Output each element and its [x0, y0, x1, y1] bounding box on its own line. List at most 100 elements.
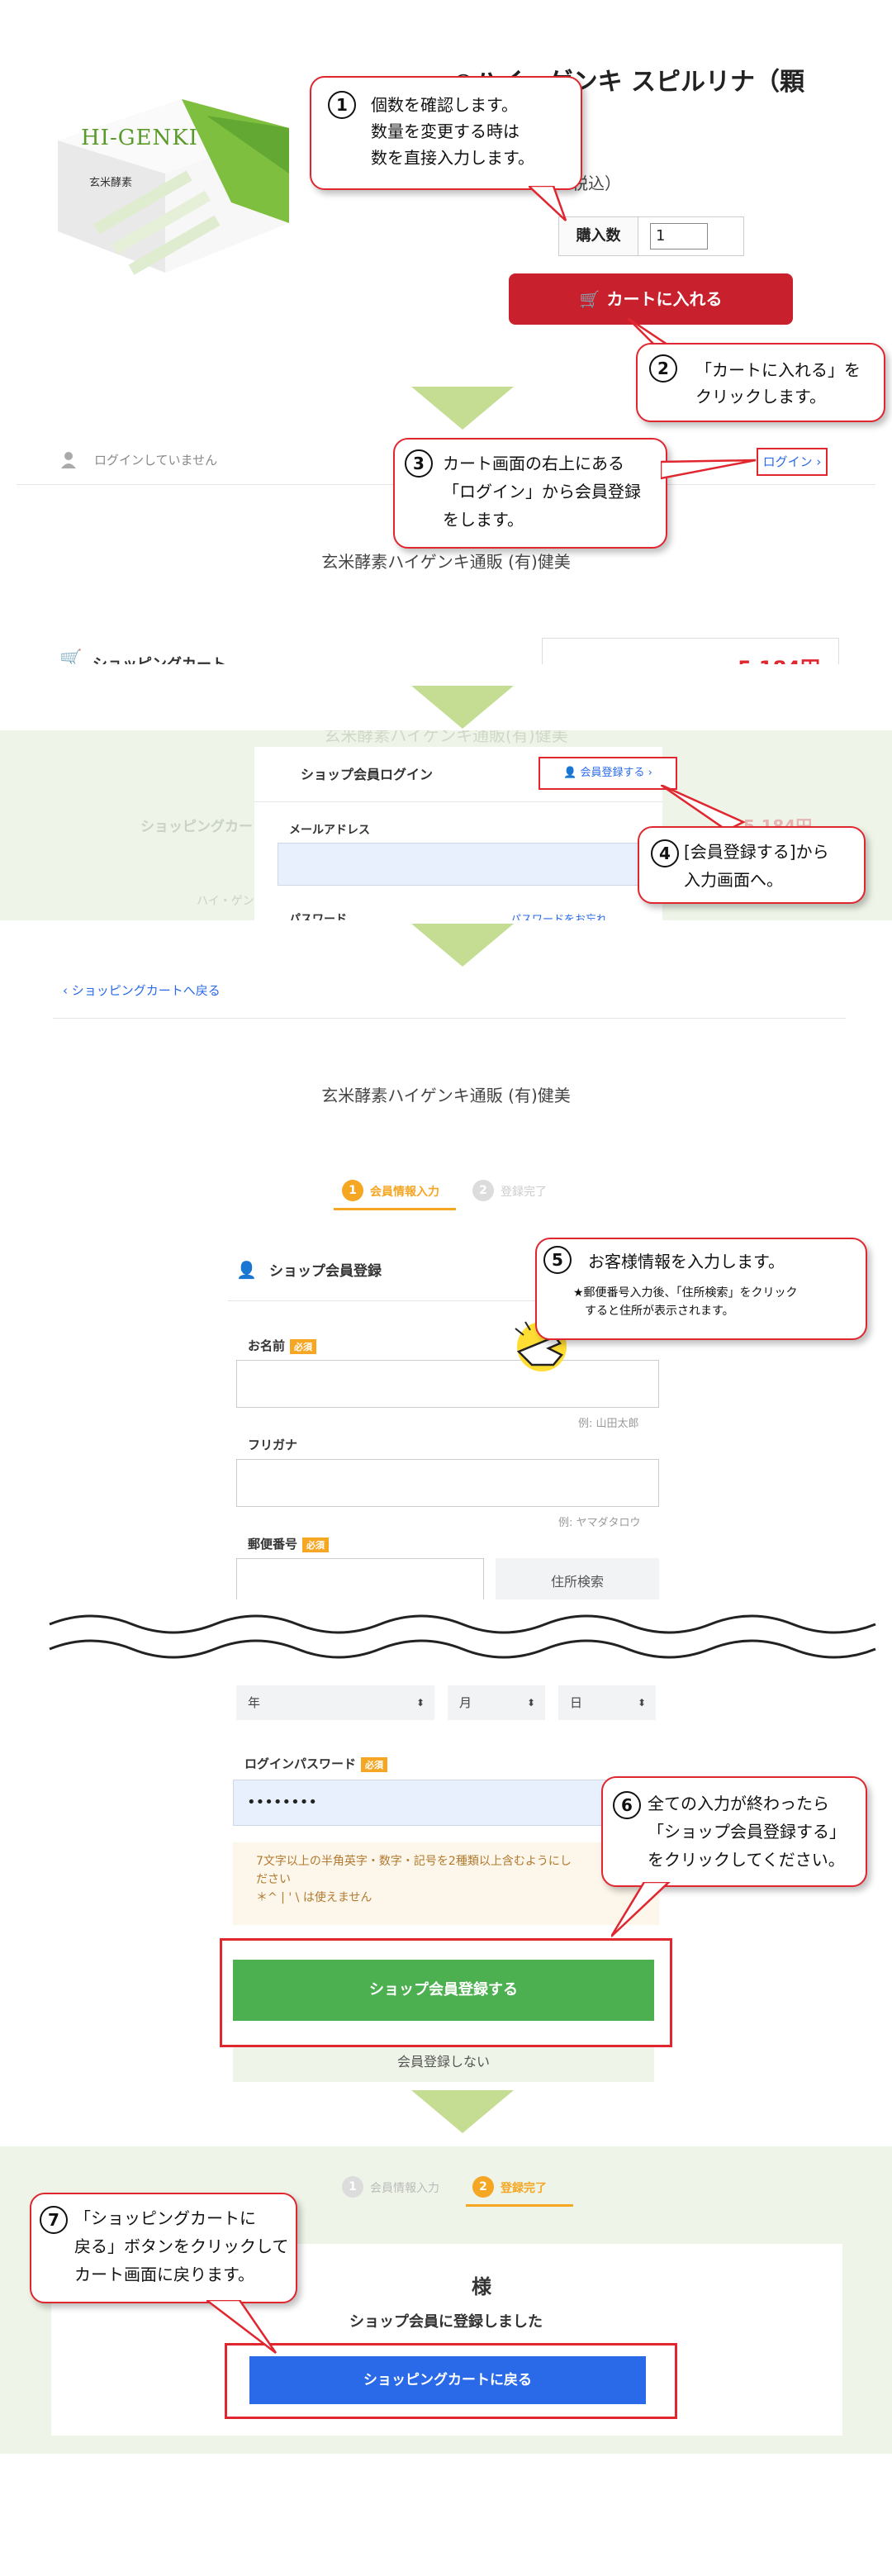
callout-line: 「カートに入れる」を [695, 360, 861, 380]
forgot-password-link[interactable]: パスワードをお忘れ [510, 910, 607, 920]
step-2-label: 登録完了 [501, 2182, 547, 2195]
cart-label: ショッピングカート [93, 653, 226, 664]
flow-arrow [411, 686, 514, 729]
email-label: メールアドレス [289, 824, 370, 837]
cart-icon: 🛒 [579, 289, 600, 309]
callout-line: クリックします。 [695, 387, 826, 406]
step-1-underline [334, 1208, 456, 1210]
flow-arrow [411, 2090, 514, 2133]
box-brand: HI-GENKI [81, 126, 198, 150]
complete-message: ショップ会員に登録しました [349, 2313, 543, 2331]
product-image: HI-GENKI 玄米酵素 [41, 50, 314, 289]
bg-item: ハイ・ゲン [197, 895, 254, 908]
complete-step-indicator: 1 会員情報入力 2 登録完了 [334, 2173, 581, 2207]
add-to-cart-label: カートに入れる [606, 289, 723, 309]
kana-field[interactable] [236, 1459, 659, 1507]
step-2-circle: 2 [472, 1180, 494, 1201]
month-select[interactable]: 月 ⬍ [448, 1685, 545, 1720]
password-note-line: ださい [256, 1873, 291, 1886]
back-to-cart-button[interactable]: ショッピングカートに戻る [249, 2356, 646, 2404]
callout-line: [会員登録する]から [684, 842, 829, 862]
step-1-circle: 1 [342, 2176, 363, 2198]
step-1-circle: 1 [342, 1180, 363, 1201]
step-2-underline [466, 2204, 573, 2207]
required-badge: 必須 [302, 1537, 330, 1552]
form-divider [53, 1018, 846, 1019]
callout-line: カート画面の右上にある [443, 454, 624, 473]
back-to-cart-label: ショッピングカートへ戻る [71, 983, 221, 998]
add-user-icon: 👤 [236, 1260, 257, 1280]
submit-button[interactable]: ショップ会員登録する [233, 1960, 654, 2021]
password-label-text: ログインパスワード [244, 1756, 357, 1771]
callout-pointer [611, 1882, 671, 1937]
flow-arrow [411, 924, 514, 967]
callout-step-6: 6 全ての入力が終わったら 「ショップ会員登録する」 をクリックしてください。 [601, 1776, 867, 1887]
callout-step-4: 4 [会員登録する]から 入力画面へ。 [638, 826, 866, 904]
login-panel-title: ショップ会員ログイン [301, 767, 434, 782]
callout-step-5: 5 お客様情報を入力します。 ★郵便番号入力後、「住所検索」をクリック すると住… [535, 1238, 867, 1340]
skip-register-button[interactable]: 会員登録しない [233, 2047, 654, 2082]
step-1-label: 会員情報入力 [370, 2182, 439, 2195]
callout-step-2: 2 「カートに入れる」を クリックします。 [636, 343, 885, 422]
login-link[interactable]: ログイン › [757, 448, 828, 476]
callout-line: 「ショップ会員登録する」 [648, 1822, 846, 1842]
kana-label-text: フリガナ [248, 1438, 298, 1452]
chevron-right-icon: › [812, 454, 822, 469]
callout-line: をします。 [443, 510, 524, 530]
step-number: 2 [649, 354, 677, 383]
password-note: 7文字以上の半角英字・数字・記号を2種類以上含むようにし ださい ＊^ | ' … [233, 1842, 659, 1925]
callout-step-1: 1 個数を確認します。 数量を変更する時は 数を直接入力します。 [310, 76, 582, 190]
name-field[interactable] [236, 1360, 659, 1408]
select-arrow-icon: ⬍ [415, 1697, 425, 1709]
callout-line: ★郵便番号入力後、「住所検索」をクリック [573, 1286, 798, 1300]
zip-label: 郵便番号 必須 [248, 1535, 330, 1552]
callout-pointer [529, 186, 567, 221]
callout-line: 数量を変更する時は [371, 121, 520, 141]
wavy-separator [0, 1599, 892, 1674]
shop-name: 玄米酵素ハイゲンキ通販 (有)健美 [321, 552, 571, 572]
bg-cart-label: ショッピングカート [140, 819, 267, 835]
password-field[interactable]: •••••••• [233, 1780, 659, 1826]
step-number: 6 [613, 1791, 641, 1819]
login-link-label: ログイン [762, 454, 813, 469]
select-arrow-icon: ⬍ [526, 1697, 535, 1709]
day-select[interactable]: 日 ⬍ [558, 1685, 656, 1720]
step-number: 5 [543, 1246, 572, 1274]
kana-label: フリガナ [248, 1436, 297, 1453]
callout-step-7: 7 「ショッピングカートに 戻る」ボタンをクリックして カート画面に戻ります。 [30, 2193, 297, 2303]
name-label: お名前 必須 [248, 1337, 317, 1354]
year-select[interactable]: 年 ⬍ [236, 1685, 434, 1720]
name-label-text: お名前 [248, 1338, 286, 1353]
person-icon: 👤 [563, 767, 581, 779]
register-title-row: 👤 ショップ会員登録 [236, 1259, 382, 1284]
password-label: ログインパスワード 必須 [244, 1755, 388, 1772]
flow-arrow [411, 387, 514, 430]
kana-hint: 例: ヤマダタロウ [558, 1517, 641, 1529]
year-select-value: 年 [248, 1695, 261, 1710]
callout-line: お客様情報を入力します。 [588, 1252, 785, 1271]
register-link[interactable]: 👤 会員登録する › [539, 757, 677, 790]
register-link-label: 会員登録する [580, 767, 645, 779]
user-icon [59, 450, 78, 468]
password-label: パスワード [289, 913, 347, 920]
callout-line: 個数を確認します。 [371, 95, 518, 115]
register-title: ショップ会員登録 [269, 1263, 382, 1280]
bg-shop-name: 玄米酵素ハイゲンキ通販(有)健美 [324, 730, 568, 745]
chevron-right-icon: › [644, 767, 652, 779]
callout-line: 「ショッピングカートに [74, 2208, 256, 2228]
callout-pointer [206, 2300, 278, 2354]
cart-icon: 🛒 [59, 649, 83, 664]
month-select-value: 月 [459, 1695, 472, 1710]
add-to-cart-button[interactable]: 🛒 カートに入れる [509, 273, 793, 325]
name-hint: 例: 山田太郎 [578, 1418, 639, 1430]
required-badge: 必須 [290, 1338, 317, 1354]
qty-row: 購入数 1 [558, 216, 744, 256]
password-note-line: ＊^ | ' \ は使えません [256, 1891, 372, 1904]
email-field[interactable] [278, 843, 662, 886]
step-number: 7 [40, 2206, 68, 2234]
back-to-cart-link[interactable]: ‹ ショッピングカートへ戻る [63, 981, 221, 999]
callout-line: 「ログイン」から会員登録 [443, 482, 641, 501]
step-indicator: 1 会員情報入力 2 登録完了 [334, 1176, 581, 1210]
zip-label-text: 郵便番号 [248, 1537, 298, 1552]
qty-input[interactable]: 1 [650, 223, 708, 250]
